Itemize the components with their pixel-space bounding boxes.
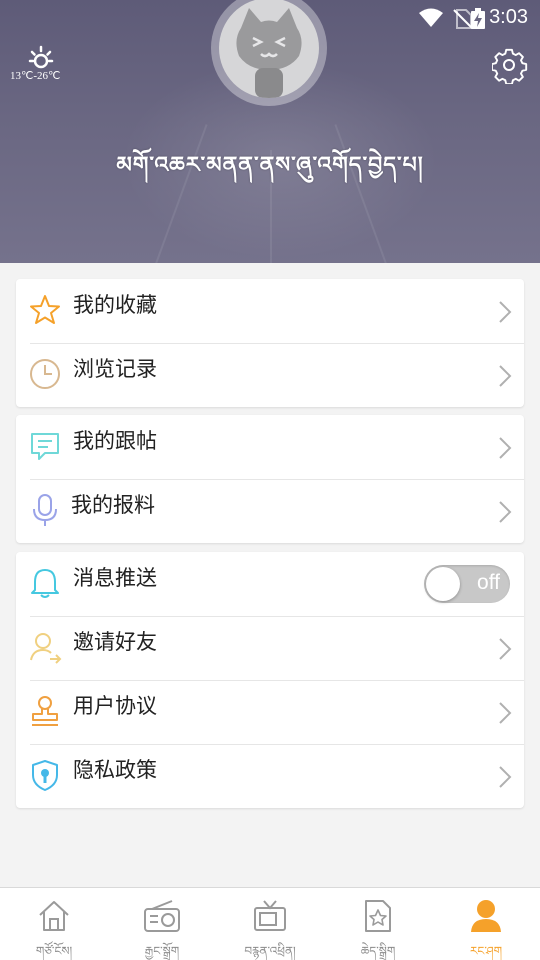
privacy-shield-icon [32,760,58,791]
tab-label: བརྙན་འཕྲིན། [244,944,296,958]
clock-icon [30,359,60,389]
battery-charging-icon [471,8,485,29]
menu-item-invite-friends[interactable]: 邀请好友 [16,616,524,680]
chevron-right-icon [499,437,512,459]
tab-feature[interactable]: ཆེད་སྒྲིག [324,888,432,960]
chevron-right-icon [499,702,512,724]
profile-header: 3:03 13℃-26℃ མགོ་འཆར་མནན་ནས་ཞུ་འགོད་བྱེད… [0,0,540,263]
tab-label: ཆེད་སྒྲིག [360,944,396,958]
gear-icon[interactable] [492,48,528,84]
header-tagline: མགོ་འཆར་མནན་ནས་ཞུ་འགོད་བྱེད་པ། [116,153,424,178]
chevron-right-icon [499,501,512,523]
chevron-right-icon [499,638,512,660]
menu-item-label: 邀请好友 [73,630,157,654]
menu-item-label: 隐私政策 [73,758,157,782]
menu-group-content: 我的收藏 浏览记录 [16,279,524,407]
menu-item-label: 我的收藏 [73,293,157,317]
push-notifications-toggle[interactable]: off [424,565,510,603]
weather-temperature-range: 13℃-26℃ [10,70,61,82]
cat-avatar-icon [236,8,302,98]
tab-label: རང་ཤག [469,944,503,958]
tab-tv[interactable]: བརྙན་འཕྲིན། [216,888,324,960]
tab-me[interactable]: རང་ཤག [432,888,540,960]
star-icon [30,295,60,324]
bottom-tab-bar: གཙོ་ངོས། རྒྱང་སྒྲོག བརྙན་འཕྲིན། ཆེད་སྒྲི… [0,887,540,960]
tab-label: གཙོ་ངོས། [35,944,73,958]
menu-item-privacy-policy[interactable]: 隐私政策 [16,744,524,808]
chevron-right-icon [499,365,512,387]
tab-home[interactable]: གཙོ་ངོས། [0,888,108,960]
user-icon [471,900,501,932]
invite-user-icon [30,633,62,664]
menu-item-label: 我的报料 [71,493,155,517]
menu-item-label: 消息推送 [73,566,157,590]
feature-doc-icon [365,900,391,932]
menu-item-label: 用户协议 [73,694,157,718]
wifi-icon [419,8,443,27]
menu-item-user-agreement[interactable]: 用户协议 [16,680,524,744]
menu-item-my-reports[interactable]: 我的报料 [16,479,524,543]
menu-item-label: 我的跟帖 [73,429,157,453]
menu-item-push-notifications: 消息推送 off [16,552,524,616]
menu-group-interaction: 我的跟帖 我的报料 [16,415,524,543]
bell-icon [31,569,59,598]
chevron-right-icon [499,301,512,323]
home-icon [39,901,69,931]
menu-item-my-comments[interactable]: 我的跟帖 [16,415,524,479]
radio-icon [144,900,180,932]
toggle-knob [426,567,460,601]
tv-icon [254,900,286,931]
avatar[interactable] [219,0,319,98]
menu-item-favorites[interactable]: 我的收藏 [16,279,524,343]
menu-item-label: 浏览记录 [73,357,157,381]
comment-icon [31,433,59,460]
weather-widget[interactable]: 13℃-26℃ [10,44,72,84]
menu-group-settings: 消息推送 off 邀请好友 用户协议 隐私政策 [16,552,524,808]
microphone-icon [33,494,57,526]
toggle-state-label: off [477,571,500,594]
tab-label: རྒྱང་སྒྲོག [144,944,180,958]
menu-item-history[interactable]: 浏览记录 [16,343,524,407]
tab-radio[interactable]: རྒྱང་སྒྲོག [108,888,216,960]
chevron-right-icon [499,766,512,788]
status-time: 3:03 [489,6,528,28]
stamp-icon [32,696,58,726]
